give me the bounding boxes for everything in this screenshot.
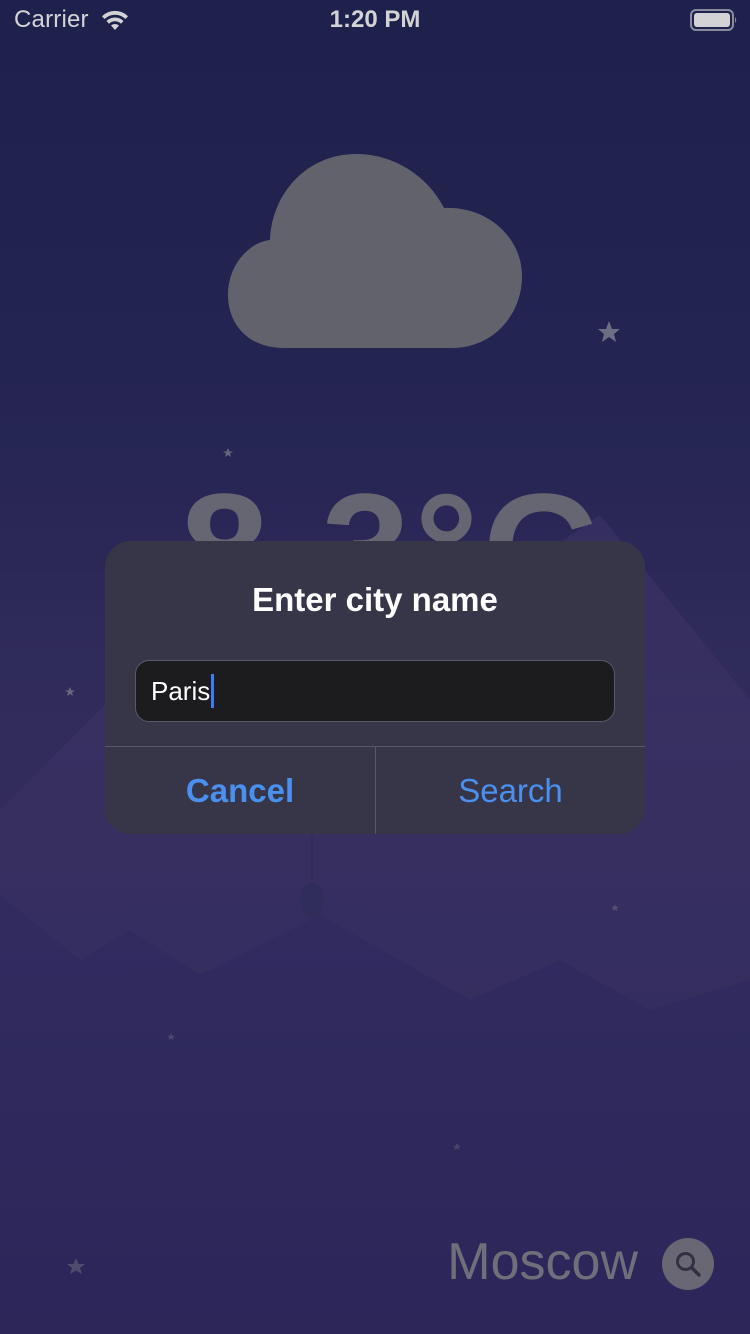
city-search-alert: Enter city name Paris Cancel Search: [105, 541, 645, 834]
text-cursor: [211, 674, 215, 709]
alert-title: Enter city name: [252, 581, 498, 618]
search-button[interactable]: Search: [376, 747, 645, 834]
city-name-input-wrapper: Paris: [151, 674, 215, 710]
city-name-input[interactable]: Paris: [135, 660, 615, 722]
city-name-input-value: Paris: [151, 676, 211, 706]
cancel-button[interactable]: Cancel: [105, 747, 375, 834]
